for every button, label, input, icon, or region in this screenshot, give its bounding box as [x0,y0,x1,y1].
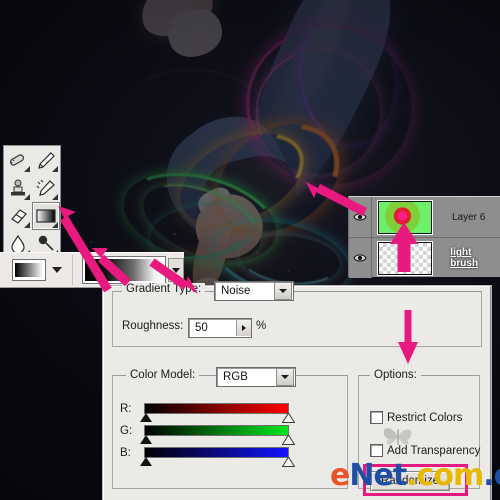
channel-label-b: B: [120,447,131,459]
gradient-type-value: Noise [221,285,251,297]
tool-pencil-tool[interactable] [32,146,60,174]
gradient-type-group-frame [112,291,482,347]
layer-thumbnail[interactable] [376,240,433,276]
channel-g-low-stop[interactable] [140,435,152,444]
channel-b-low-stop[interactable] [140,457,152,466]
butterfly-watermark-icon [383,427,412,445]
channel-b-high-stop[interactable] [282,457,295,467]
tool-healing-brush-tool[interactable] [4,146,32,174]
layer-thumbnail-cell[interactable] [372,240,447,276]
layer-thumbnail-cell[interactable] [372,199,448,235]
eye-icon [353,213,367,221]
layer-name[interactable]: Layer 6 [448,212,485,223]
gradient-preset-preview[interactable] [81,256,167,284]
channel-g-high-stop[interactable] [282,435,295,445]
layer-visibility-toggle[interactable] [349,197,372,237]
eye-icon [353,254,367,262]
tool-gradient-tool[interactable] [32,202,60,230]
layer-visibility-toggle[interactable] [349,238,372,278]
roughness-value: 50 [195,322,208,334]
active-tool-swatch[interactable] [12,259,46,281]
chevron-down-icon[interactable] [276,368,294,386]
roughness-stepper-icon[interactable] [236,320,251,336]
gradient-type-label: Gradient Type: [122,283,206,295]
roughness-label: Roughness: [122,320,184,332]
gradient-type-select[interactable]: Noise [214,281,294,301]
color-model-value: RGB [223,371,248,383]
layer-thumbnail[interactable] [377,199,433,235]
chevron-down-icon[interactable] [274,282,292,300]
toolbox [3,145,61,259]
divider [71,255,73,285]
chevron-down-icon[interactable] [51,267,62,273]
channel-slider-g[interactable] [144,425,289,436]
tool-history-brush-tool[interactable] [32,174,60,202]
watermark-part-dot: . [406,458,417,493]
channel-slider-b[interactable] [144,447,289,458]
color-model-label: Color Model: [126,369,200,381]
watermark-part-e: e [330,458,350,493]
channel-r-high-stop[interactable] [282,413,295,423]
roughness-unit: % [256,320,267,332]
channel-label-g: G: [120,425,133,437]
gradient-preset-chevron-down-icon[interactable] [168,258,185,282]
screenshot-root: Layer 6 light brush Gradient Type: Noise [0,0,500,500]
channel-r-low-stop[interactable] [140,413,152,422]
layer-row-layer-6[interactable]: Layer 6 [349,197,500,238]
watermark-part-com: com [416,458,485,493]
watermark: eNet.com.cn [330,458,500,493]
layer-name[interactable]: light brush [446,247,500,269]
roughness-input[interactable]: 50 [188,318,252,338]
color-model-select[interactable]: RGB [216,367,296,387]
channel-slider-r[interactable] [144,403,289,414]
tool-clone-stamp-tool[interactable] [4,174,32,202]
options-group-label: Options: [370,369,421,381]
layers-panel: Layer 6 light brush [348,196,500,278]
layer-row-light-brush[interactable]: light brush [349,238,500,278]
channel-label-r: R: [120,403,132,415]
watermark-part-net: Net [349,458,407,493]
watermark-part-cn: .cn [483,458,500,493]
tool-eraser-tool[interactable] [4,202,32,230]
